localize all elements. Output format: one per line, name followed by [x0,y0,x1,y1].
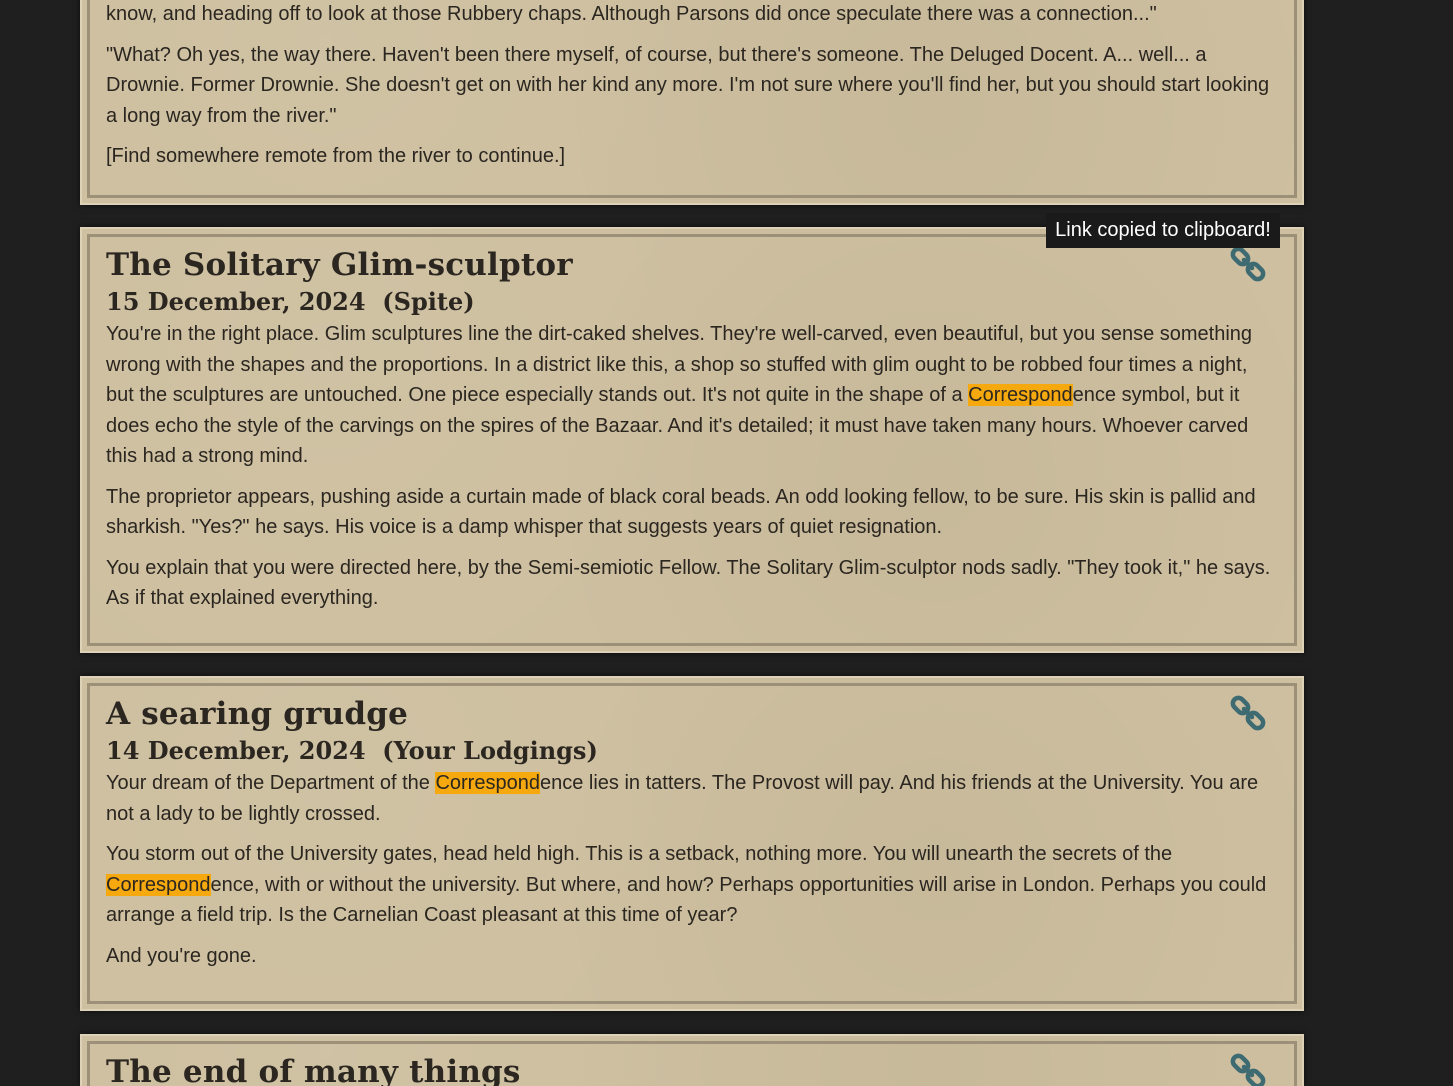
entry-paragraph: know, and heading off to look at those R… [106,0,1280,30]
search-highlight: Correspond [968,384,1073,406]
entry-paragraph: You're in the right place. Glim sculptur… [106,319,1280,472]
entry-date: 14 December, 2024 (Your Lodgings) [106,736,598,765]
journal-entry-card: A searing grudge 14 December, 2024 (Your… [80,676,1304,1011]
paragraph-text: ence, with or without the university. Bu… [106,873,1267,927]
entry-paragraph: The proprietor appears, pushing aside a … [106,482,1280,543]
paragraph-text: Your dream of the Department of the [106,772,436,794]
search-highlight: Correspond [435,772,540,794]
entry-paragraph: Your dream of the Department of the Corr… [106,768,1280,829]
journal-entry-card: know, and heading off to look at those R… [80,0,1304,205]
entry-paragraph: And you're gone. [106,941,1280,972]
entry-title: A searing grudge [106,696,409,732]
journal-entry-card: The end of many things [80,1034,1304,1086]
paragraph-text: And you're gone. [106,944,257,967]
entry-paragraph: "What? Oh yes, the way there. Haven't be… [106,40,1280,132]
entry-paragraph: You storm out of the University gates, h… [106,839,1280,931]
paragraph-text: "What? Oh yes, the way there. Haven't be… [106,43,1270,127]
journal-entry-card: The Solitary Glim-sculptor 15 December, … [80,227,1304,653]
entry-paragraph: [Find somewhere remote from the river to… [106,141,1280,172]
entry-paragraph: You explain that you were directed here,… [106,553,1280,614]
link-copied-toast: Link copied to clipboard! [1046,213,1280,248]
entry-date: 15 December, 2024 (Spite) [106,287,475,316]
entry-title: The end of many things [106,1054,521,1086]
paragraph-text: [Find somewhere remote from the river to… [106,145,566,167]
paragraph-text: You explain that you were directed here,… [106,556,1271,610]
paragraph-text: know, and heading off to look at those R… [106,3,1157,25]
paragraph-text: The proprietor appears, pushing aside a … [106,485,1256,539]
paragraph-text: You storm out of the University gates, h… [106,843,1173,865]
search-highlight: Correspond [106,873,211,896]
entry-title: The Solitary Glim-sculptor [106,247,573,283]
